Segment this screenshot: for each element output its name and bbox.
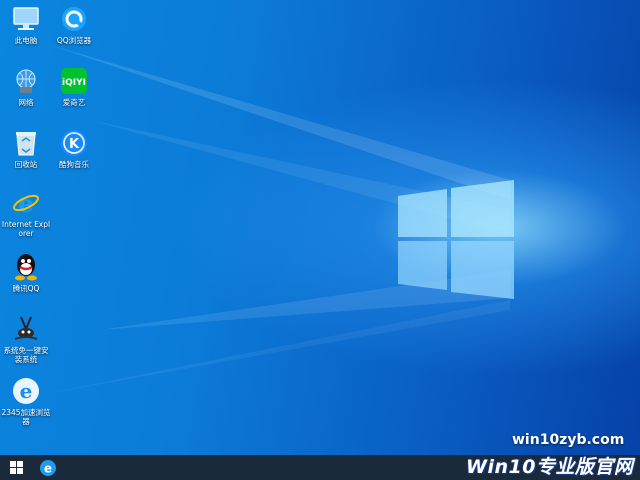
svg-text:K: K: [69, 137, 80, 152]
2345-browser-icon: e: [11, 376, 41, 406]
desktop-wallpaper: 此电脑 QQ浏览器 网络 iQIYI 爱奇艺 回收站 K 酷狗音乐 e Inte…: [0, 0, 640, 455]
qq-icon: [11, 252, 41, 282]
svg-text:iQIYI: iQIYI: [62, 78, 86, 88]
watermark-logo: Win10专业版官网: [466, 456, 634, 478]
start-button[interactable]: [0, 455, 32, 480]
network-icon: [11, 66, 41, 96]
icon-label: QQ浏览器: [56, 36, 92, 45]
installer-icon: [11, 314, 41, 344]
icon-label: 此电脑: [14, 36, 38, 45]
taskbar-ie-button[interactable]: e: [34, 455, 62, 480]
desktop-icon-qq-browser[interactable]: QQ浏览器: [48, 4, 100, 45]
ie-icon: e: [11, 188, 41, 218]
desktop-icon-iqiyi[interactable]: iQIYI 爱奇艺: [48, 66, 100, 107]
desktop-icon-recycle-bin[interactable]: 回收站: [0, 128, 52, 169]
svg-text:e: e: [44, 461, 52, 475]
qq-browser-icon: [59, 4, 89, 34]
icon-label: 系统免一键安装系统: [3, 346, 49, 364]
desktop-icon-internet-explorer[interactable]: e Internet Explorer: [0, 188, 52, 238]
iqiyi-icon: iQIYI: [59, 66, 89, 96]
icon-label: 回收站: [14, 160, 38, 169]
kugou-icon: K: [59, 128, 89, 158]
computer-icon: [11, 4, 41, 34]
svg-text:e: e: [20, 379, 33, 403]
recycle-bin-icon: [11, 128, 41, 158]
icon-label: 2345加速浏览器: [1, 408, 51, 426]
svg-text:e: e: [18, 189, 33, 217]
desktop-icon-network[interactable]: 网络: [0, 66, 52, 107]
desktop-icon-kugou[interactable]: K 酷狗音乐: [48, 128, 100, 169]
icon-label: 网络: [18, 98, 34, 107]
icon-label: 爱奇艺: [62, 98, 86, 107]
desktop-icon-2345-browser[interactable]: e 2345加速浏览器: [0, 376, 52, 426]
icon-label: Internet Explorer: [1, 220, 51, 238]
icon-label: 酷狗音乐: [59, 160, 89, 169]
desktop-icon-qq[interactable]: 腾讯QQ: [0, 252, 52, 293]
desktop-icon-installer[interactable]: 系统免一键安装系统: [0, 314, 52, 364]
windows-start-icon: [9, 461, 23, 474]
ie-icon: e: [40, 459, 56, 476]
watermark-url: win10zyb.com: [512, 432, 625, 448]
icon-label: 腾讯QQ: [12, 284, 40, 293]
desktop-icon-this-pc[interactable]: 此电脑: [0, 4, 52, 45]
